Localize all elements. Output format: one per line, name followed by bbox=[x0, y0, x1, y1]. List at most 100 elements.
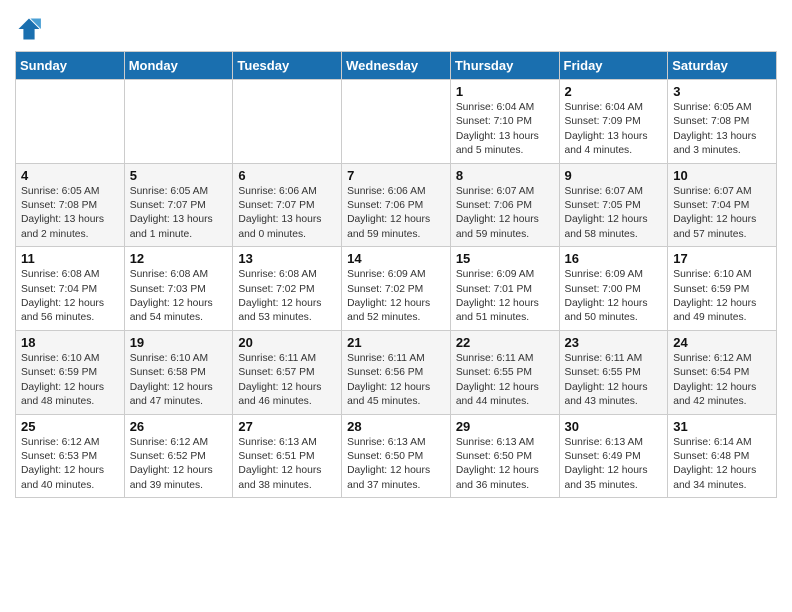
day-of-week-friday: Friday bbox=[559, 52, 668, 80]
calendar-cell: 10 Sunrise: 6:07 AM Sunset: 7:04 PM Dayli… bbox=[668, 163, 777, 247]
calendar-cell: 26 Sunrise: 6:12 AM Sunset: 6:52 PM Dayli… bbox=[124, 414, 233, 498]
day-info: Sunrise: 6:11 AM Sunset: 6:56 PM Dayligh… bbox=[347, 352, 445, 410]
calendar-cell: 13 Sunrise: 6:08 AM Sunset: 7:02 PM Dayli… bbox=[233, 247, 342, 331]
day-info: Sunrise: 6:08 AM Sunset: 7:02 PM Dayligh… bbox=[238, 268, 336, 326]
day-number: 6 bbox=[238, 168, 336, 183]
day-number: 23 bbox=[565, 335, 663, 350]
day-of-week-thursday: Thursday bbox=[450, 52, 559, 80]
day-info: Sunrise: 6:09 AM Sunset: 7:00 PM Dayligh… bbox=[565, 268, 663, 326]
days-of-week-row: SundayMondayTuesdayWednesdayThursdayFrid… bbox=[16, 52, 777, 80]
calendar-cell: 28 Sunrise: 6:13 AM Sunset: 6:50 PM Dayli… bbox=[342, 414, 451, 498]
day-info: Sunrise: 6:09 AM Sunset: 7:02 PM Dayligh… bbox=[347, 268, 445, 326]
day-number: 2 bbox=[565, 84, 663, 99]
calendar-cell: 6Sunrise: 6:06 AM Sunset: 7:07 PM Daylig… bbox=[233, 163, 342, 247]
calendar-cell bbox=[233, 80, 342, 164]
calendar-cell: 31 Sunrise: 6:14 AM Sunset: 6:48 PM Dayli… bbox=[668, 414, 777, 498]
calendar-cell: 27Sunrise: 6:13 AM Sunset: 6:51 PM Dayli… bbox=[233, 414, 342, 498]
day-number: 14 bbox=[347, 251, 445, 266]
day-of-week-wednesday: Wednesday bbox=[342, 52, 451, 80]
day-info: Sunrise: 6:12 AM Sunset: 6:53 PM Dayligh… bbox=[21, 436, 119, 494]
day-number: 4 bbox=[21, 168, 119, 183]
week-row-3: 11 Sunrise: 6:08 AM Sunset: 7:04 PM Dayli… bbox=[16, 247, 777, 331]
calendar-cell: 22Sunrise: 6:11 AM Sunset: 6:55 PM Dayli… bbox=[450, 330, 559, 414]
day-info: Sunrise: 6:10 AM Sunset: 6:58 PM Dayligh… bbox=[130, 352, 228, 410]
day-info: Sunrise: 6:11 AM Sunset: 6:55 PM Dayligh… bbox=[456, 352, 554, 410]
day-number: 12 bbox=[130, 251, 228, 266]
calendar-cell: 23 Sunrise: 6:11 AM Sunset: 6:55 PM Dayli… bbox=[559, 330, 668, 414]
day-number: 17 bbox=[673, 251, 771, 266]
day-number: 31 bbox=[673, 419, 771, 434]
day-number: 29 bbox=[456, 419, 554, 434]
calendar-cell: 2 Sunrise: 6:04 AM Sunset: 7:09 PM Daylig… bbox=[559, 80, 668, 164]
week-row-5: 25Sunrise: 6:12 AM Sunset: 6:53 PM Dayli… bbox=[16, 414, 777, 498]
calendar-cell: 7Sunrise: 6:06 AM Sunset: 7:06 PM Daylig… bbox=[342, 163, 451, 247]
week-row-2: 4 Sunrise: 6:05 AM Sunset: 7:08 PM Daylig… bbox=[16, 163, 777, 247]
day-number: 19 bbox=[130, 335, 228, 350]
day-info: Sunrise: 6:04 AM Sunset: 7:10 PM Dayligh… bbox=[456, 101, 554, 159]
day-info: Sunrise: 6:08 AM Sunset: 7:04 PM Dayligh… bbox=[21, 268, 119, 326]
day-number: 13 bbox=[238, 251, 336, 266]
day-of-week-sunday: Sunday bbox=[16, 52, 125, 80]
week-row-1: 1 Sunrise: 6:04 AM Sunset: 7:10 PM Daylig… bbox=[16, 80, 777, 164]
day-info: Sunrise: 6:12 AM Sunset: 6:54 PM Dayligh… bbox=[673, 352, 771, 410]
day-number: 24 bbox=[673, 335, 771, 350]
calendar-cell: 9Sunrise: 6:07 AM Sunset: 7:05 PM Daylig… bbox=[559, 163, 668, 247]
calendar-cell: 3 Sunrise: 6:05 AM Sunset: 7:08 PM Daylig… bbox=[668, 80, 777, 164]
day-info: Sunrise: 6:11 AM Sunset: 6:57 PM Dayligh… bbox=[238, 352, 336, 410]
day-info: Sunrise: 6:13 AM Sunset: 6:50 PM Dayligh… bbox=[347, 436, 445, 494]
calendar-table: SundayMondayTuesdayWednesdayThursdayFrid… bbox=[15, 51, 777, 498]
day-info: Sunrise: 6:04 AM Sunset: 7:09 PM Dayligh… bbox=[565, 101, 663, 159]
day-of-week-monday: Monday bbox=[124, 52, 233, 80]
day-number: 21 bbox=[347, 335, 445, 350]
calendar-header: SundayMondayTuesdayWednesdayThursdayFrid… bbox=[16, 52, 777, 80]
day-number: 5 bbox=[130, 168, 228, 183]
calendar-cell: 29 Sunrise: 6:13 AM Sunset: 6:50 PM Dayli… bbox=[450, 414, 559, 498]
calendar-cell: 17 Sunrise: 6:10 AM Sunset: 6:59 PM Dayli… bbox=[668, 247, 777, 331]
calendar-cell: 14 Sunrise: 6:09 AM Sunset: 7:02 PM Dayli… bbox=[342, 247, 451, 331]
day-info: Sunrise: 6:07 AM Sunset: 7:05 PM Dayligh… bbox=[565, 185, 663, 243]
calendar-cell bbox=[16, 80, 125, 164]
logo-icon bbox=[15, 15, 43, 43]
day-info: Sunrise: 6:09 AM Sunset: 7:01 PM Dayligh… bbox=[456, 268, 554, 326]
day-number: 7 bbox=[347, 168, 445, 183]
day-info: Sunrise: 6:12 AM Sunset: 6:52 PM Dayligh… bbox=[130, 436, 228, 494]
calendar-cell: 15 Sunrise: 6:09 AM Sunset: 7:01 PM Dayli… bbox=[450, 247, 559, 331]
day-number: 10 bbox=[673, 168, 771, 183]
calendar-cell: 16 Sunrise: 6:09 AM Sunset: 7:00 PM Dayli… bbox=[559, 247, 668, 331]
week-row-4: 18 Sunrise: 6:10 AM Sunset: 6:59 PM Dayli… bbox=[16, 330, 777, 414]
calendar-cell: 24 Sunrise: 6:12 AM Sunset: 6:54 PM Dayli… bbox=[668, 330, 777, 414]
calendar-cell: 12Sunrise: 6:08 AM Sunset: 7:03 PM Dayli… bbox=[124, 247, 233, 331]
day-info: Sunrise: 6:13 AM Sunset: 6:50 PM Dayligh… bbox=[456, 436, 554, 494]
header bbox=[15, 10, 777, 43]
calendar-cell: 5Sunrise: 6:05 AM Sunset: 7:07 PM Daylig… bbox=[124, 163, 233, 247]
day-number: 11 bbox=[21, 251, 119, 266]
calendar-cell: 30 Sunrise: 6:13 AM Sunset: 6:49 PM Dayli… bbox=[559, 414, 668, 498]
day-number: 26 bbox=[130, 419, 228, 434]
day-of-week-tuesday: Tuesday bbox=[233, 52, 342, 80]
logo bbox=[15, 15, 45, 43]
calendar-cell: 4 Sunrise: 6:05 AM Sunset: 7:08 PM Daylig… bbox=[16, 163, 125, 247]
calendar-cell bbox=[342, 80, 451, 164]
day-info: Sunrise: 6:05 AM Sunset: 7:08 PM Dayligh… bbox=[673, 101, 771, 159]
day-number: 16 bbox=[565, 251, 663, 266]
calendar-cell: 1 Sunrise: 6:04 AM Sunset: 7:10 PM Daylig… bbox=[450, 80, 559, 164]
day-info: Sunrise: 6:10 AM Sunset: 6:59 PM Dayligh… bbox=[673, 268, 771, 326]
calendar-cell: 18 Sunrise: 6:10 AM Sunset: 6:59 PM Dayli… bbox=[16, 330, 125, 414]
calendar-cell: 8Sunrise: 6:07 AM Sunset: 7:06 PM Daylig… bbox=[450, 163, 559, 247]
day-info: Sunrise: 6:05 AM Sunset: 7:08 PM Dayligh… bbox=[21, 185, 119, 243]
day-number: 20 bbox=[238, 335, 336, 350]
day-number: 28 bbox=[347, 419, 445, 434]
day-number: 30 bbox=[565, 419, 663, 434]
day-number: 1 bbox=[456, 84, 554, 99]
day-info: Sunrise: 6:13 AM Sunset: 6:51 PM Dayligh… bbox=[238, 436, 336, 494]
day-info: Sunrise: 6:13 AM Sunset: 6:49 PM Dayligh… bbox=[565, 436, 663, 494]
day-info: Sunrise: 6:11 AM Sunset: 6:55 PM Dayligh… bbox=[565, 352, 663, 410]
day-number: 18 bbox=[21, 335, 119, 350]
day-number: 3 bbox=[673, 84, 771, 99]
calendar-cell: 21 Sunrise: 6:11 AM Sunset: 6:56 PM Dayli… bbox=[342, 330, 451, 414]
day-info: Sunrise: 6:14 AM Sunset: 6:48 PM Dayligh… bbox=[673, 436, 771, 494]
day-info: Sunrise: 6:07 AM Sunset: 7:04 PM Dayligh… bbox=[673, 185, 771, 243]
day-info: Sunrise: 6:10 AM Sunset: 6:59 PM Dayligh… bbox=[21, 352, 119, 410]
calendar-cell: 11 Sunrise: 6:08 AM Sunset: 7:04 PM Dayli… bbox=[16, 247, 125, 331]
day-number: 15 bbox=[456, 251, 554, 266]
